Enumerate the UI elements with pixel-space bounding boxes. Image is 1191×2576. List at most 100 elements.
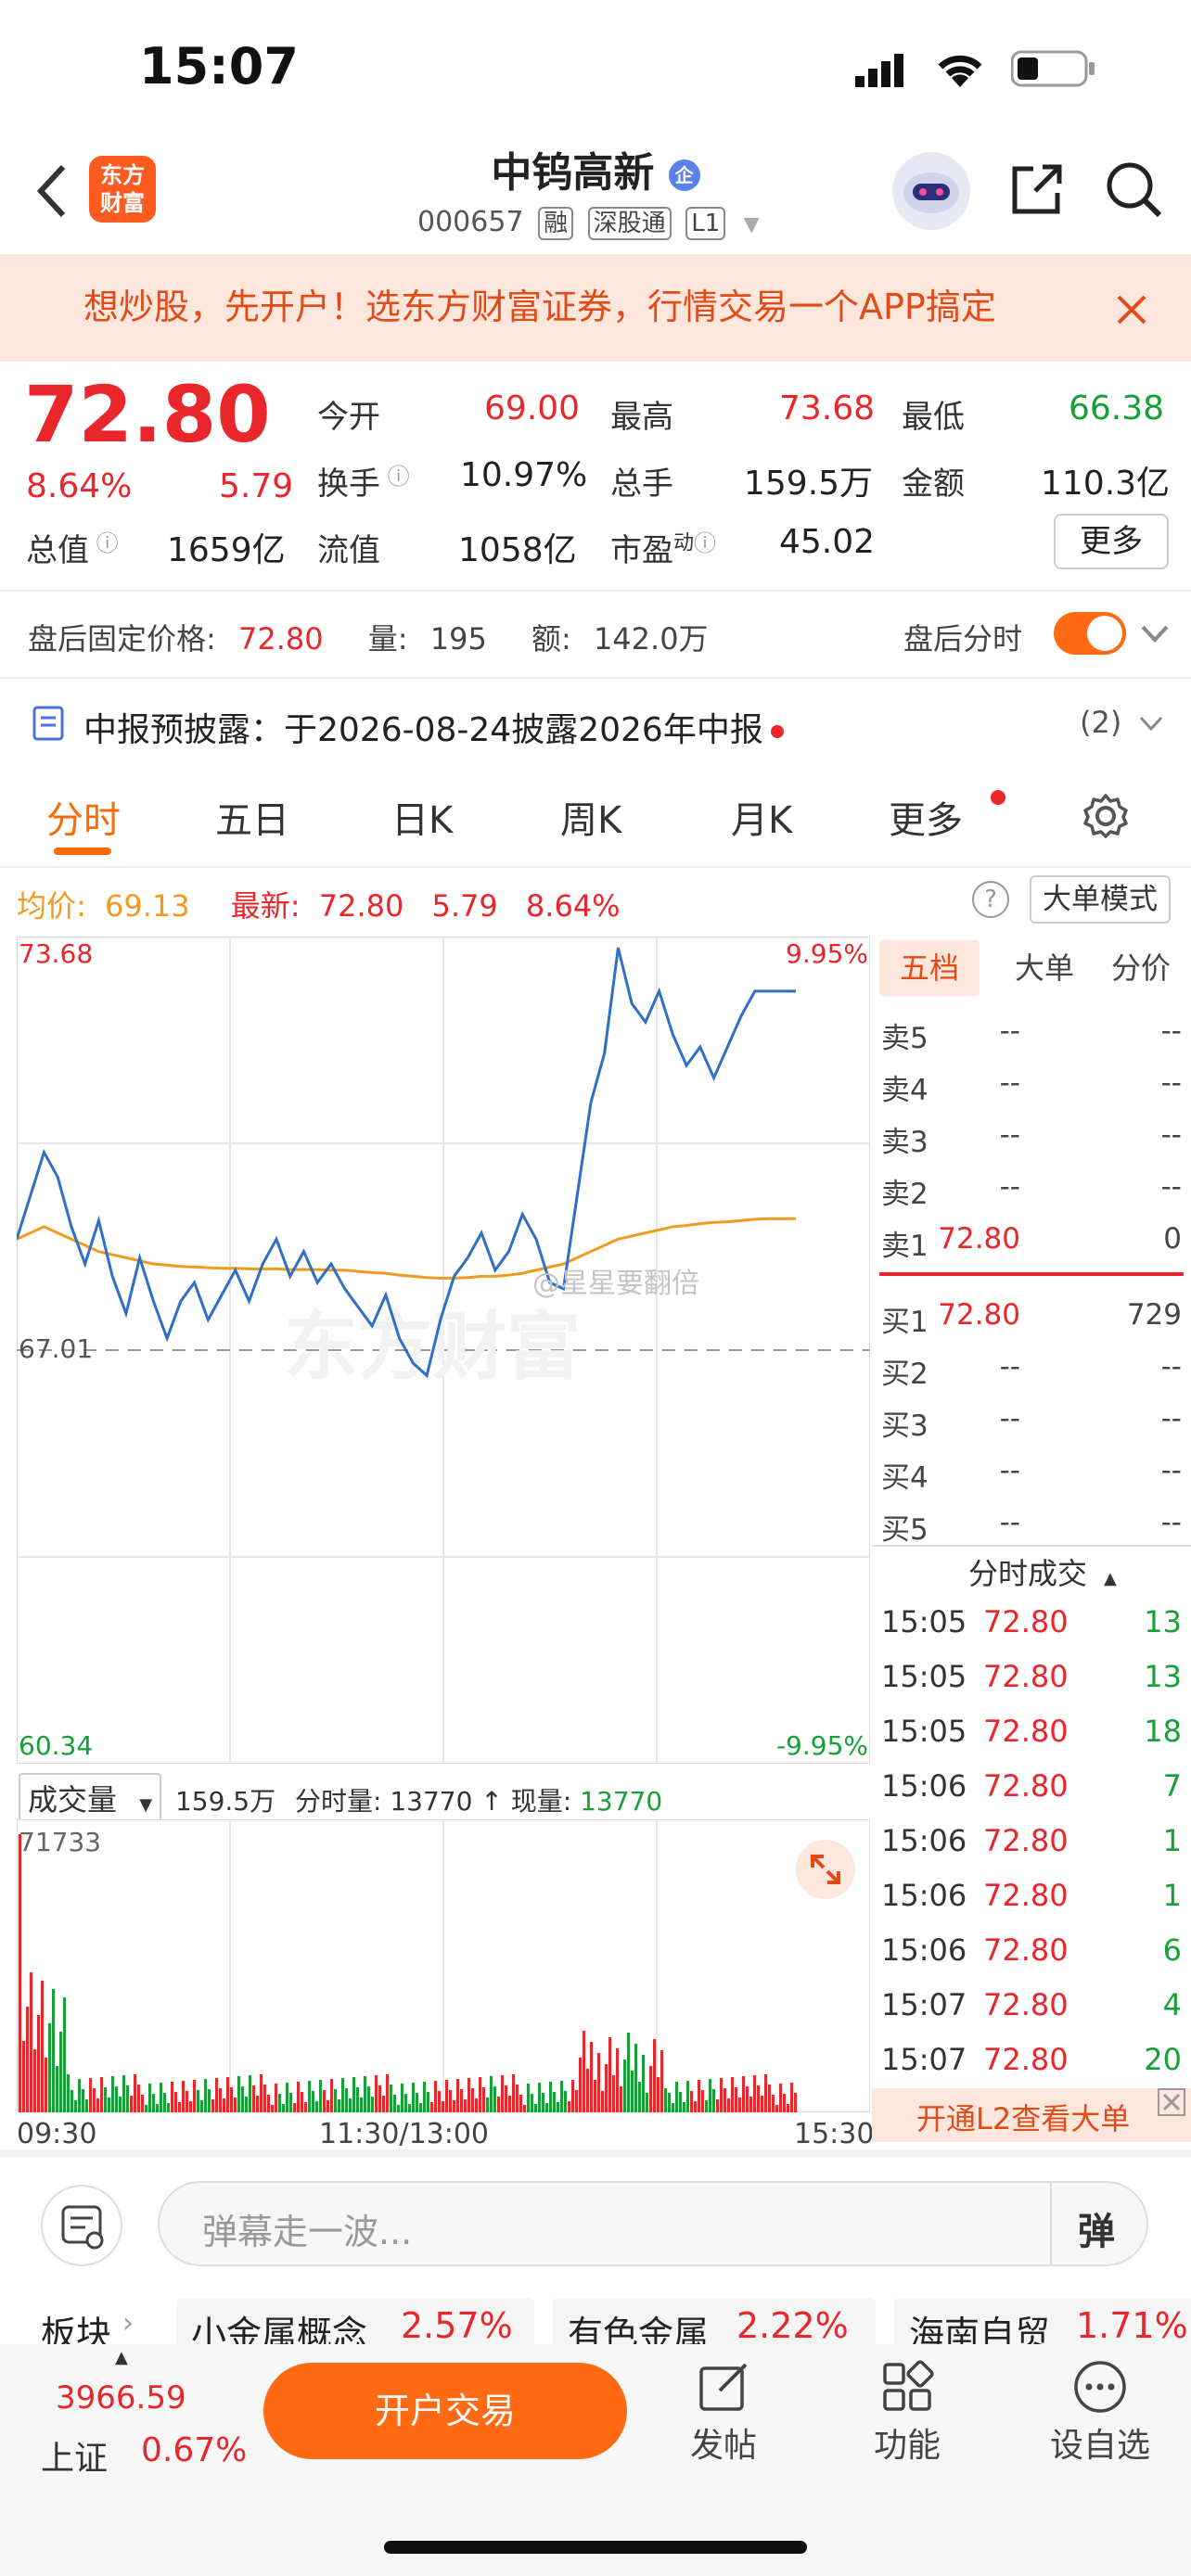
volume-bar (93, 2088, 96, 2112)
sector-chip[interactable]: 海南自贸 1.71% (894, 2298, 1191, 2344)
bid-price: -- (999, 1454, 1020, 1487)
bid-level-label: 买3 (881, 1409, 928, 1443)
volume-bar (330, 2079, 333, 2112)
close-icon[interactable] (1113, 291, 1150, 328)
ask-list: 卖5 -- -- 卖4 -- -- 卖3 -- -- 卖2 -- -- 卖1 72.80 0 (881, 1009, 1187, 1269)
low-label: 最低 (902, 399, 965, 436)
sector-label[interactable]: 板块 (41, 2305, 111, 2344)
volume-bar (727, 2098, 730, 2112)
notice-text[interactable]: 中报预披露：于2026-08-24披露2026年中报 (83, 703, 784, 751)
chevron-down-icon[interactable] (1137, 712, 1165, 736)
expand-icon[interactable] (796, 1840, 855, 1899)
tab-more[interactable]: 更多 (889, 790, 963, 844)
after-hours-price: 72.80 (237, 621, 324, 657)
trade-row: 15:07 72.80 20 (881, 2036, 1187, 2091)
trade-price: 72.80 (983, 2042, 1069, 2077)
tab-monthly-k[interactable]: 月K (731, 790, 792, 844)
tab-big-orders[interactable]: 大单 (998, 940, 1091, 996)
after-hours-toggle-label: 盘后分时 (903, 621, 1023, 657)
danmu-toggle-button[interactable]: 弹 (1078, 2201, 1115, 2255)
tab-daily-k[interactable]: 日K (391, 790, 453, 844)
trade-volume: 13 (1144, 1604, 1182, 1639)
trade-time: 15:06 (881, 1878, 967, 1913)
volume-bar (156, 2104, 159, 2112)
ask-row: 卖3 -- -- (881, 1113, 1187, 1165)
notice-count[interactable]: (2) (1080, 705, 1121, 740)
volume-bar (171, 2082, 173, 2112)
bid-volume: -- (1160, 1350, 1182, 1384)
change-value: 5.79 (219, 467, 294, 505)
comment-input[interactable]: 弹幕走一波... 弹 (158, 2181, 1148, 2266)
volume-bar (182, 2081, 185, 2112)
enterprise-badge-icon: 企 (668, 159, 700, 191)
volume-bar (249, 2075, 251, 2112)
sector-chip[interactable]: 小金属概念 2.57% (176, 2298, 534, 2344)
trade-price: 72.80 (983, 1987, 1069, 2022)
volume-bar (267, 2095, 270, 2112)
tab-intraday[interactable]: 分时 (46, 790, 121, 844)
post-button[interactable]: 发帖 (677, 2359, 770, 2480)
volume-header: 成交量 ▼ 159.5万 分时量: 13770 ↑ 现量: 13770 (19, 1773, 662, 1823)
watermark-brand: 东方财富 (284, 1304, 581, 1390)
grid-icon (883, 2360, 934, 2411)
index-name[interactable]: 上证 (41, 2431, 108, 2480)
l2-prompt-text[interactable]: 开通L2查看大单 (916, 2096, 1130, 2138)
volume-bar (449, 2090, 452, 2112)
trade-list: 15:05 72.80 13 15:05 72.80 13 15:05 72.80 18 15:0… (881, 1599, 1187, 2091)
volume-bar (297, 2082, 300, 2112)
search-icon[interactable] (1104, 159, 1163, 219)
tab-price-distribution[interactable]: 分价 (1095, 940, 1187, 996)
volume-select[interactable]: 成交量 ▼ (19, 1773, 162, 1823)
after-hours-toggle[interactable] (1054, 612, 1126, 655)
volume-chart[interactable]: 71733 (17, 1819, 870, 2112)
big-order-mode-button[interactable]: 大单模式 (1030, 875, 1171, 924)
comment-settings-icon[interactable] (41, 2185, 122, 2266)
close-icon[interactable] (1158, 2088, 1185, 2116)
volume-bar (672, 2103, 674, 2112)
open-account-button[interactable]: 开户交易 (263, 2363, 627, 2459)
after-hours-amt-label: 额: (531, 621, 571, 657)
watchlist-button[interactable]: 设自选 (1044, 2359, 1156, 2480)
tab-five-levels[interactable]: 五档 (879, 940, 980, 996)
volume-bar (583, 2031, 585, 2112)
y-label-top: 73.68 (19, 938, 93, 969)
avg-value: 69.13 (104, 888, 190, 924)
volume-bar (519, 2095, 522, 2112)
robot-assistant-icon[interactable] (892, 152, 970, 230)
settings-gear-icon[interactable] (1082, 792, 1130, 840)
share-icon[interactable] (1007, 159, 1067, 219)
volume-bar (549, 2082, 552, 2112)
volume-bar (605, 2064, 608, 2112)
info-icon[interactable]: ⓘ (380, 464, 410, 490)
price-chart[interactable]: 东方财富 73.68 67.01 60.34 9.95% -9.95% @星星要… (17, 937, 870, 1764)
info-icon[interactable]: ⓘ (89, 530, 119, 556)
tab-five-day[interactable]: 五日 (215, 790, 289, 844)
chevron-down-icon[interactable]: ▼ (744, 213, 760, 236)
trade-volume: 7 (1162, 1768, 1182, 1804)
index-value[interactable]: 3966.59 (56, 2379, 186, 2417)
help-icon[interactable]: ? (972, 881, 1009, 918)
info-icon[interactable]: ⓘ (694, 530, 716, 556)
volume-bar (397, 2105, 400, 2112)
chevron-down-icon[interactable] (1139, 619, 1171, 647)
ask-row: 卖1 72.80 0 (881, 1217, 1187, 1269)
index-pct[interactable]: 0.67% (141, 2431, 247, 2469)
tab-weekly-k[interactable]: 周K (560, 790, 621, 844)
after-hours-vol-label: 量: (367, 621, 408, 657)
sector-chip[interactable]: 有色金属 2.22% (553, 2298, 876, 2344)
volume-bar (52, 1989, 55, 2112)
volume-bar (308, 2081, 311, 2112)
more-button[interactable]: 更多 (1054, 514, 1169, 569)
volume-bar (620, 2086, 622, 2112)
trades-title[interactable]: 分时成交 ▲ (968, 1550, 1117, 1593)
volume-bar (694, 2101, 697, 2112)
volume-bar (467, 2078, 470, 2112)
functions-button[interactable]: 功能 (861, 2359, 954, 2480)
watchlist-label: 设自选 (1049, 2427, 1150, 2465)
mktcap-value: 1659亿 (167, 531, 286, 569)
volume-bar (56, 2066, 58, 2112)
trade-volume: 1 (1162, 1823, 1182, 1858)
volume-bar (438, 2091, 441, 2112)
trade-row: 15:06 72.80 1 (881, 1872, 1187, 1927)
caret-up-icon[interactable]: ▲ (115, 2348, 128, 2367)
